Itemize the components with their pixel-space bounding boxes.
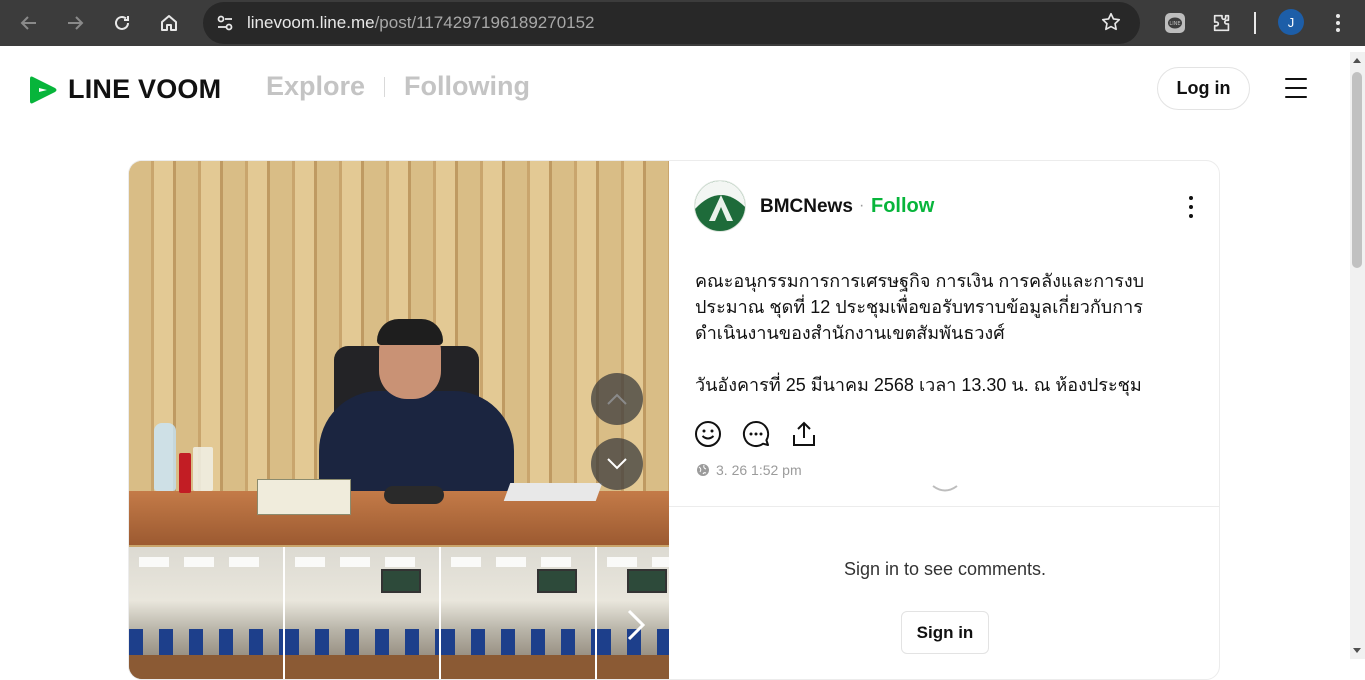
signin-prompt: Sign in to see comments. — [843, 559, 1047, 579]
profile-avatar[interactable]: J — [1278, 9, 1304, 35]
expand-chevron-icon[interactable] — [931, 483, 959, 495]
post-text: คณะอนุกรรมการการเศรษฐกิจ การเงิน การคลัง… — [695, 268, 1185, 406]
author-avatar[interactable] — [694, 180, 746, 232]
comment-icon[interactable] — [742, 420, 770, 448]
tab-following[interactable]: Following — [404, 71, 530, 102]
top-navigation: Explore Following — [266, 71, 530, 102]
url-domain: linevoom.line.me — [247, 13, 375, 32]
media-next-button[interactable] — [591, 438, 643, 490]
thumbnail[interactable] — [441, 547, 595, 679]
site-settings-icon[interactable] — [203, 2, 247, 44]
post-more-icon[interactable] — [1187, 196, 1195, 218]
login-button[interactable]: Log in — [1157, 67, 1250, 110]
back-icon[interactable] — [6, 0, 52, 46]
thumbnail-next-icon[interactable] — [624, 607, 648, 643]
post-actions — [694, 420, 818, 448]
address-bar[interactable]: linevoom.line.me/post/117429719618927015… — [203, 2, 1140, 44]
post-card: BMCNews · Follow คณะอนุกรรมการการเศรษฐกิ… — [128, 160, 1220, 680]
follow-button[interactable]: Follow — [871, 195, 934, 218]
thumbnail-strip — [129, 547, 669, 679]
thumbnail[interactable] — [129, 547, 283, 679]
post-text-line: ดำเนินงานของสำนักงานเขตสัมพันธวงศ์ — [695, 323, 1005, 343]
scrollbar-thumb[interactable] — [1352, 72, 1362, 268]
post-meta: 3. 26 1:52 pm — [696, 462, 802, 478]
hamburger-menu-icon[interactable] — [1285, 78, 1307, 98]
signin-button[interactable]: Sign in — [901, 611, 989, 654]
reaction-smiley-icon[interactable] — [694, 420, 722, 448]
tab-explore[interactable]: Explore — [266, 71, 365, 102]
follow-separator: · — [859, 197, 865, 214]
logo-text: LINE VOOM — [68, 74, 222, 104]
post-timestamp: 3. 26 1:52 pm — [716, 462, 802, 478]
main-photo[interactable] — [129, 161, 669, 545]
divider — [669, 506, 1219, 507]
svg-text:LINE: LINE — [1169, 21, 1180, 27]
bookmark-star-icon[interactable] — [1100, 11, 1122, 38]
browser-toolbar: linevoom.line.me/post/117429719618927015… — [0, 0, 1365, 46]
line-voom-logo[interactable]: LINE VOOM — [30, 74, 221, 105]
nav-divider — [384, 76, 386, 97]
chevron-up-icon — [607, 393, 627, 405]
voom-play-icon — [30, 76, 57, 103]
share-icon[interactable] — [790, 420, 818, 448]
post-media — [129, 161, 669, 679]
extensions-puzzle-icon[interactable] — [1207, 8, 1237, 38]
chevron-down-icon — [607, 458, 627, 470]
post-text-line: คณะอนุกรรมการการเศรษฐกิจ การเงิน การคลัง… — [695, 271, 1145, 291]
post-text-line: วันอังคารที่ 25 มีนาคม 2568 เวลา 13.30 น… — [695, 375, 1142, 395]
page-content: LINE VOOM Explore Following Log in BMCNe… — [0, 52, 1350, 680]
media-prev-button[interactable] — [591, 373, 643, 425]
reload-icon[interactable] — [99, 0, 145, 46]
url-text: linevoom.line.me/post/117429719618927015… — [247, 13, 595, 33]
post-info: BMCNews · Follow คณะอนุกรรมการการเศรษฐกิ… — [669, 161, 1219, 679]
home-icon[interactable] — [146, 0, 192, 46]
scroll-up-icon[interactable] — [1353, 58, 1361, 63]
line-extension-icon[interactable]: LINE — [1160, 8, 1190, 38]
forward-icon[interactable] — [52, 0, 98, 46]
browser-menu-icon[interactable] — [1325, 8, 1351, 38]
author-name[interactable]: BMCNews — [760, 196, 853, 218]
thumbnail[interactable] — [285, 547, 439, 679]
globe-icon — [697, 464, 709, 476]
scroll-down-icon[interactable] — [1353, 648, 1361, 653]
url-path: /post/1174297196189270152 — [374, 13, 595, 32]
toolbar-divider — [1254, 12, 1256, 34]
page-scrollbar[interactable] — [1350, 52, 1365, 659]
post-text-line: ประมาณ ชุดที่ 12 ประชุมเพื่อขอรับทราบข้อ… — [695, 297, 1143, 317]
